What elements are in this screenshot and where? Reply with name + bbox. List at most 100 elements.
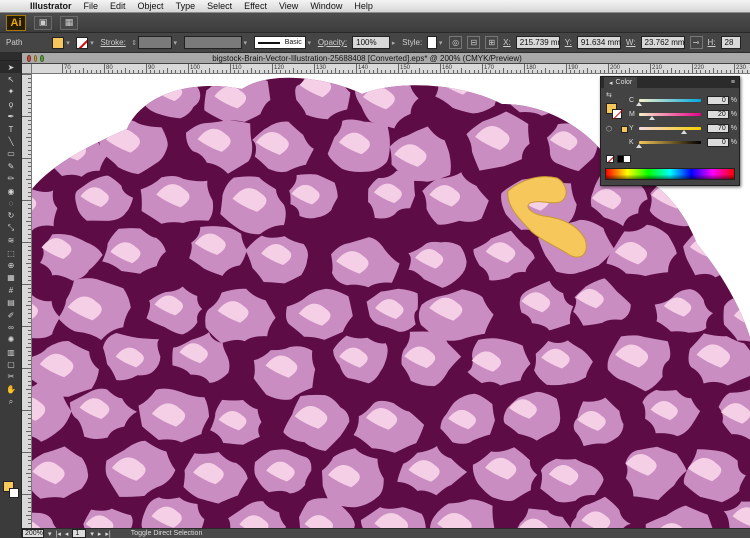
ruler-origin[interactable] <box>22 64 32 74</box>
slice-tool[interactable]: ✂ <box>0 371 22 383</box>
type-tool[interactable]: T <box>0 123 22 135</box>
next-artboard-icon[interactable]: ▸ <box>98 530 102 538</box>
menu-edit[interactable]: Edit <box>104 1 132 11</box>
artboard-tool[interactable]: ▢ <box>0 358 22 370</box>
vertical-ruler[interactable] <box>22 74 32 528</box>
chevron-down-icon[interactable]: ▾ <box>64 37 71 49</box>
pen-tool[interactable]: ✒ <box>0 111 22 123</box>
color-panel-tab[interactable]: ◂ Color <box>604 77 638 88</box>
mesh-tool[interactable]: # <box>0 284 22 296</box>
chevron-right-icon[interactable]: ▸ <box>390 37 397 49</box>
color-value-field[interactable]: 0 <box>707 95 729 105</box>
y-position-field[interactable]: 91.634 mm <box>576 36 621 49</box>
color-spectrum-bar[interactable] <box>605 168 735 180</box>
last-artboard-icon[interactable]: ▸| <box>105 530 110 538</box>
x-position-field[interactable]: 215.739 mr <box>515 36 560 49</box>
close-window-icon[interactable] <box>27 54 31 62</box>
eyedropper-tool[interactable]: ✐ <box>0 309 22 321</box>
magic-wand-tool[interactable]: ✦ <box>0 86 22 98</box>
color-slider-track[interactable] <box>638 112 702 120</box>
previous-artboard-icon[interactable]: ◂ <box>65 530 69 538</box>
tools-stroke-swatch[interactable] <box>9 488 19 498</box>
chevron-down-icon[interactable]: ▾ <box>172 37 179 49</box>
shape-builder-tool[interactable]: ⊕ <box>0 259 22 271</box>
color-slider-knob[interactable] <box>635 101 642 106</box>
stroke-weight-stepper[interactable]: ⇕ <box>131 37 138 49</box>
zoom-level-field[interactable]: 200% <box>22 529 44 538</box>
line-tool[interactable]: ╲ <box>0 135 22 147</box>
color-panel-stroke-swatch[interactable] <box>612 109 622 119</box>
pencil-tool[interactable]: ✏ <box>0 173 22 185</box>
color-value-field[interactable]: 70 <box>707 123 729 133</box>
rotate-tool[interactable]: ↻ <box>0 210 22 222</box>
stroke-weight-field[interactable] <box>137 36 172 49</box>
menu-type[interactable]: Type <box>170 1 202 11</box>
paintbrush-tool[interactable]: ✎ <box>0 160 22 172</box>
chevron-down-icon[interactable]: ▾ <box>88 37 95 49</box>
graphic-style-swatch[interactable] <box>427 36 438 49</box>
menu-illustrator[interactable]: Illustrator <box>24 1 78 11</box>
status-text[interactable]: Toggle Direct Selection <box>131 530 203 537</box>
height-field[interactable]: 28 <box>720 36 741 49</box>
rectangle-tool[interactable]: ▭ <box>0 148 22 160</box>
color-slider-knob[interactable] <box>648 115 655 120</box>
menu-object[interactable]: Object <box>132 1 170 11</box>
horizontal-ruler[interactable]: 70 80 90 100 110 120 130 140 150 160 170 180 190 200 2… <box>32 64 750 74</box>
chevron-down-icon[interactable]: ▾ <box>437 37 444 49</box>
blend-tool[interactable]: ∞ <box>0 321 22 333</box>
gradient-tool[interactable]: ▤ <box>0 296 22 308</box>
stroke-swatch[interactable] <box>76 36 89 49</box>
chevron-down-icon[interactable]: ▾ <box>242 37 249 49</box>
none-swap-icon[interactable]: ⇆ <box>606 91 612 99</box>
menu-view[interactable]: View <box>273 1 304 11</box>
recolor-artwork-icon[interactable]: ◎ <box>449 36 463 49</box>
menu-effect[interactable]: Effect <box>238 1 273 11</box>
none-color-swatch[interactable] <box>606 155 614 163</box>
artboard-number-field[interactable]: 1 <box>72 529 87 538</box>
width-label[interactable]: W: <box>626 38 636 47</box>
height-label[interactable]: H: <box>708 38 716 47</box>
width-field[interactable]: 23.762 mm <box>640 36 685 49</box>
bridge-button[interactable]: ▣ <box>34 15 52 30</box>
eraser-tool[interactable]: ◌ <box>0 197 22 209</box>
color-slider-track[interactable] <box>638 126 702 134</box>
panel-menu-icon[interactable]: ≡ <box>731 79 735 86</box>
opacity-field[interactable]: 100% <box>352 36 391 49</box>
align-icon[interactable]: ⊟ <box>467 36 481 49</box>
out-of-gamut-icon[interactable]: ⬡ <box>606 125 612 133</box>
stroke-label[interactable]: Stroke: <box>100 38 125 47</box>
minimize-window-icon[interactable] <box>33 54 38 62</box>
hand-tool[interactable]: ✋ <box>0 383 22 395</box>
column-graph-tool[interactable]: ▥ <box>0 346 22 358</box>
blob-brush-tool[interactable]: ◉ <box>0 185 22 197</box>
x-label[interactable]: X: <box>503 38 511 47</box>
symbol-sprayer-tool[interactable]: ✺ <box>0 334 22 346</box>
transform-reference-point-icon[interactable]: ⊞ <box>485 36 499 49</box>
panel-collapse-icon[interactable]: ◂ <box>609 79 613 87</box>
chevron-down-icon[interactable]: ▾ <box>48 530 52 538</box>
menu-file[interactable]: File <box>78 1 105 11</box>
color-slider-knob[interactable] <box>680 129 687 134</box>
menu-window[interactable]: Window <box>304 1 348 11</box>
closest-color-swatch[interactable] <box>621 126 628 133</box>
white-color-swatch[interactable] <box>623 155 631 163</box>
color-slider-track[interactable] <box>635 140 702 148</box>
brush-definition-field[interactable]: Basic <box>253 36 306 49</box>
constrain-proportions-icon[interactable]: ⊸ <box>689 36 703 49</box>
document-tab[interactable]: bigstock-Brain-Vector-Illustration-25688… <box>22 53 750 64</box>
color-value-field[interactable]: 20 <box>707 109 729 119</box>
color-slider-track[interactable] <box>635 98 702 106</box>
y-label[interactable]: Y: <box>565 38 572 47</box>
arrange-documents-button[interactable]: ▦ <box>60 15 78 30</box>
color-panel-header[interactable]: ◂ Color ≡ <box>601 77 739 88</box>
menu-help[interactable]: Help <box>348 1 379 11</box>
color-value-field[interactable]: 0 <box>707 137 729 147</box>
color-slider-knob[interactable] <box>635 143 642 148</box>
free-transform-tool[interactable]: ⬚ <box>0 247 22 259</box>
zoom-tool[interactable]: ⌕ <box>0 396 22 408</box>
scale-tool[interactable]: ⤡ <box>0 222 22 234</box>
chevron-down-icon[interactable]: ▾ <box>306 37 313 49</box>
selection-tool[interactable]: ➤ <box>0 61 22 74</box>
fill-swatch[interactable] <box>52 36 65 49</box>
chevron-down-icon[interactable]: ▾ <box>90 530 94 538</box>
